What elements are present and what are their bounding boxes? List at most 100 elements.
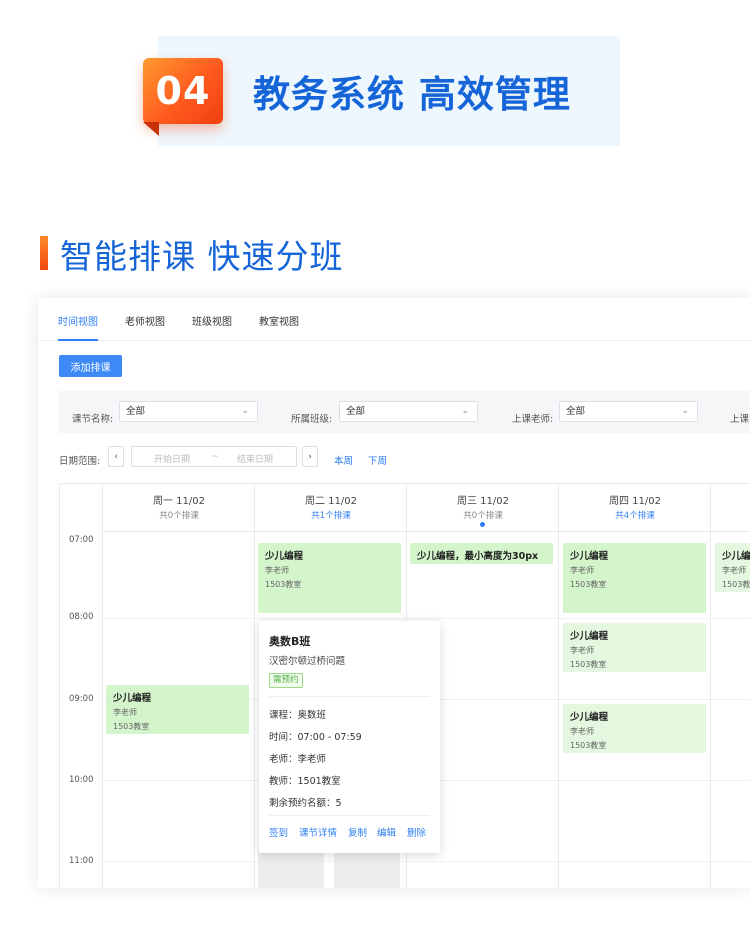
popover-divider [269,815,430,816]
date-range-picker[interactable]: 开始日期 ~ 结束日期 [131,446,297,467]
add-schedule-button[interactable]: 添加排课 [59,355,122,377]
time-label: 08:00 [69,612,94,622]
filter-select-class[interactable]: 全部 ⌄ [339,401,478,422]
event-title: 少儿编程 [113,693,152,704]
popover-remaining-seats: 剩余预约名额：5 [269,798,342,809]
filter-label-class: 所属班级: [291,414,333,425]
popover-subtitle: 汉密尔顿过桥问题 [269,656,346,667]
event-teacher: 李老师 [570,646,594,655]
filter-select-lesson-name[interactable]: 全部 ⌄ [119,401,258,422]
event-teacher: 李老师 [265,566,289,575]
date-range-label: 日期范围: [59,456,101,467]
day-count-tue[interactable]: 共1个排课 [255,509,407,521]
event-title: 少儿编程 [570,631,609,642]
event-room: 1503教室 [113,722,150,731]
grid-line [102,861,750,862]
this-week-link[interactable]: 本周 [334,453,353,467]
filter-value-class: 全部 [346,406,366,417]
event-room: 1503教室 [265,580,302,589]
grid-line [558,484,559,888]
prev-week-button[interactable]: ‹ [108,446,124,467]
day-header-wed: 周三 11/02 [457,496,509,507]
popover-course: 课程：奥数班 [269,710,327,721]
delete-link[interactable]: 删除 [407,825,426,839]
scheduling-app-window: 时间视图 老师视图 班级视图 教室视图 添加排课 课节名称: 全部 ⌄ 所属班级… [38,298,750,888]
active-tab-indicator [58,339,98,341]
event-card[interactable]: 少儿编程 李老师 1503教室 [563,623,706,672]
time-label: 09:00 [69,694,94,704]
day-header-thu: 周四 11/02 [609,496,661,507]
time-label: 10:00 [69,775,94,785]
hero-number: 04 [155,69,211,113]
filter-label-teacher: 上课老师: [512,414,554,425]
hero-badge-fold [143,122,159,136]
next-week-button[interactable]: › [302,446,318,467]
grid-line [254,484,255,888]
grid-line [710,484,711,888]
filter-value-lesson-name: 全部 [126,406,146,417]
filter-value-teacher: 全部 [566,406,586,417]
hero-number-badge: 04 [143,58,223,124]
today-indicator-dot [480,522,485,527]
copy-link[interactable]: 复制 [348,825,367,839]
tab-class-view[interactable]: 班级视图 [192,313,232,328]
day-count-mon: 共0个排课 [159,511,199,521]
event-teacher: 李老师 [722,566,746,575]
event-card[interactable]: 少儿编程 李老师 1503教室 [563,704,706,753]
lesson-detail-popover: 奥数B班 汉密尔顿过桥问题 需预约 课程：奥数班 时间：07:00 - 07:5… [259,621,440,853]
event-room: 1503教室 [722,580,750,589]
grid-line [102,618,750,619]
event-room: 1503教室 [570,580,607,589]
event-room: 1503教室 [570,741,607,750]
event-card[interactable]: 少儿编程 李老师 1503教室 [563,543,706,613]
day-header-tue: 周二 11/02 [305,496,357,507]
event-card[interactable]: 少儿编程 李老师 1503教室 [258,543,401,613]
grid-line [102,484,103,888]
event-card[interactable]: 少儿编程 李老师 1503教室 [106,685,249,734]
chevron-down-icon: ⌄ [681,406,689,416]
event-card[interactable]: 少儿编程 李老师 1503教室 [715,543,750,592]
popover-room: 教师：1501教室 [269,776,341,787]
event-teacher: 李老师 [570,727,594,736]
day-header-mon: 周一 11/02 [153,496,205,507]
occupied-slot [334,849,400,888]
time-label: 07:00 [69,535,94,545]
tab-classroom-view[interactable]: 教室视图 [259,313,299,328]
popover-title: 奥数B班 [269,635,311,648]
event-teacher: 李老师 [113,708,137,717]
event-title: 少儿编程 [570,551,609,562]
start-date-placeholder: 开始日期 [154,455,191,465]
day-count-wed: 共0个排课 [463,511,503,521]
chevron-down-icon: ⌄ [241,406,249,416]
filter-select-teacher[interactable]: 全部 ⌄ [559,401,698,422]
end-date-placeholder: 结束日期 [237,455,274,465]
event-teacher: 李老师 [570,566,594,575]
view-tabs: 时间视图 老师视图 班级视图 教室视图 [38,298,750,341]
lesson-detail-link[interactable]: 课节详情 [299,825,337,839]
tab-time-view[interactable]: 时间视图 [58,313,98,328]
edit-link[interactable]: 编辑 [377,825,396,839]
event-card[interactable]: 少儿编程，最小高度为30px [410,543,553,564]
popover-time: 时间：07:00 - 07:59 [269,732,362,743]
popover-divider [269,696,430,697]
event-title: 少儿编程 [570,712,609,723]
next-week-link[interactable]: 下周 [368,453,387,467]
day-count-thu[interactable]: 共4个排课 [559,509,711,521]
date-range-separator: ~ [211,452,219,462]
time-label: 11:00 [69,856,94,866]
event-title: 少儿编程 [265,551,304,562]
header-divider [102,531,750,532]
popover-teacher: 老师：李老师 [269,754,327,765]
event-title: 少儿编程 [722,551,750,562]
chevron-right-icon: › [308,451,312,462]
check-in-link[interactable]: 签到 [269,825,288,839]
tab-teacher-view[interactable]: 老师视图 [125,313,165,328]
filter-label-truncated: 上课 [730,414,750,425]
chevron-left-icon: ‹ [114,451,118,462]
event-room: 1503教室 [570,660,607,669]
occupied-slot [258,849,324,888]
section-accent-bar [40,236,48,270]
hero-title: 教务系统 高效管理 [253,73,571,116]
chevron-down-icon: ⌄ [461,406,469,416]
event-title: 少儿编程，最小高度为30px [417,551,539,562]
